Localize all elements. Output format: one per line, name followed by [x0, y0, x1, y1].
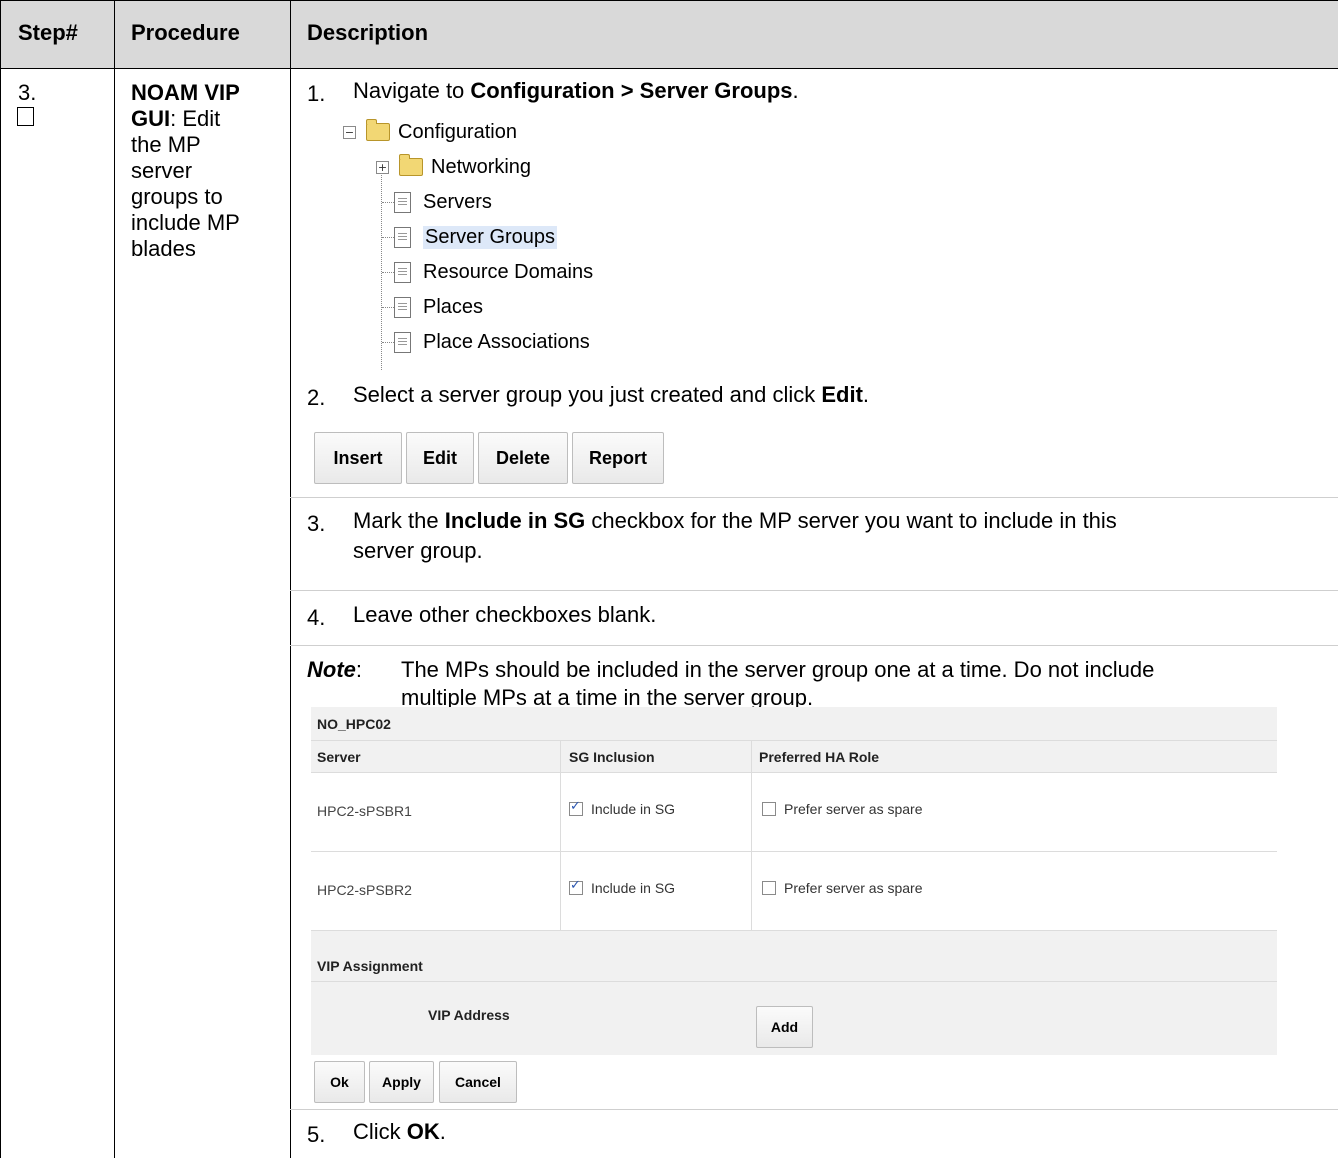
tree-item-places[interactable]: Places: [394, 293, 483, 321]
checkbox-icon[interactable]: [762, 802, 776, 816]
grid-line: [0, 68, 1338, 69]
grid-line: [114, 0, 115, 1158]
delete-button[interactable]: Delete: [478, 432, 568, 484]
server-name: HPC2-sPSBR2: [317, 882, 412, 898]
procedure-line: server: [131, 158, 193, 183]
page-icon: [394, 261, 411, 283]
include-in-sg[interactable]: Include in SG: [569, 878, 675, 896]
tree-item-servers[interactable]: Servers: [394, 188, 492, 216]
collapse-icon[interactable]: −: [343, 125, 356, 139]
procedure-line: groups to: [131, 184, 223, 209]
include-in-sg[interactable]: Include in SG: [569, 799, 675, 817]
ok-button[interactable]: Ok: [314, 1061, 365, 1103]
tree-networking[interactable]: + Networking: [376, 153, 531, 181]
prefer-spare[interactable]: Prefer server as spare: [762, 801, 923, 817]
step-2-number: 2.: [307, 385, 326, 410]
add-vip-button[interactable]: Add: [756, 1006, 813, 1048]
procedure-line: NOAM VIP: [131, 80, 240, 105]
tree-item-server-groups[interactable]: Server Groups: [394, 223, 558, 251]
table-row: HPC2-sPSBR1 Include in SG Prefer server …: [311, 773, 1277, 852]
edit-button[interactable]: Edit: [406, 432, 474, 484]
divider: [290, 645, 1338, 646]
note-label: Note:: [307, 657, 363, 682]
procedure-line: the MP: [131, 132, 201, 157]
folder-open-icon: [366, 119, 390, 141]
server-name: HPC2-sPSBR1: [317, 803, 412, 819]
step-4-text: Leave other checkboxes blank.: [353, 602, 657, 627]
page-icon: [394, 296, 411, 318]
header-procedure: Procedure: [131, 20, 240, 45]
header-step: Step#: [18, 20, 78, 45]
step-5-number: 5.: [307, 1122, 326, 1147]
grid-line: [290, 0, 291, 1158]
vip-address-label: VIP Address: [428, 1007, 510, 1023]
group-name: NO_HPC02: [317, 716, 391, 732]
apply-button[interactable]: Apply: [369, 1061, 434, 1103]
page-icon: [394, 191, 411, 213]
config-tree: − Configuration + Networking Servers Ser…: [338, 116, 678, 376]
step-3-number: 3.: [307, 511, 326, 536]
tree-item-place-associations[interactable]: Place Associations: [394, 328, 590, 356]
procedure-line: include MP: [131, 210, 240, 235]
step-number: 3.: [18, 80, 37, 105]
col-server: Server: [317, 749, 361, 765]
note-text: The MPs should be included in the server…: [401, 657, 1155, 710]
step-2-text: Select a server group you just created a…: [353, 382, 870, 407]
tree-item-resource-domains[interactable]: Resource Domains: [394, 258, 593, 286]
step-3-text: Mark the Include in SG checkbox for the …: [353, 508, 1117, 563]
table-row: HPC2-sPSBR2 Include in SG Prefer server …: [311, 852, 1277, 930]
step-4-number: 4.: [307, 605, 326, 630]
checkbox-checked-icon[interactable]: [569, 799, 583, 816]
procedure-text: NOAM VIP GUI: Edit the MP server groups …: [131, 80, 240, 261]
divider: [290, 497, 1338, 498]
step-checkbox[interactable]: [17, 107, 34, 126]
tree-root[interactable]: − Configuration: [343, 118, 517, 146]
step-1-text: Navigate to Configuration > Server Group…: [353, 78, 799, 103]
divider: [290, 590, 1338, 591]
folder-icon: [399, 154, 423, 176]
grid-line: [0, 0, 1338, 1]
expand-icon[interactable]: +: [376, 160, 389, 174]
procedure-line: blades: [131, 236, 196, 261]
insert-button[interactable]: Insert: [314, 432, 402, 484]
checkbox-icon[interactable]: [762, 881, 776, 895]
col-sg-inclusion: SG Inclusion: [569, 749, 655, 765]
step-1-number: 1.: [307, 81, 326, 106]
header-description: Description: [307, 20, 429, 45]
grid-line: [0, 0, 1, 1158]
page-icon: [394, 226, 411, 248]
divider: [290, 1109, 1338, 1110]
vip-assignment-title: VIP Assignment: [317, 958, 423, 974]
report-button[interactable]: Report: [572, 432, 664, 484]
cancel-button[interactable]: Cancel: [439, 1061, 517, 1103]
step-5-text: Click OK.: [353, 1119, 446, 1144]
toolbar: Insert Edit Delete Report: [314, 432, 664, 484]
prefer-spare[interactable]: Prefer server as spare: [762, 880, 923, 896]
server-group-form: NO_HPC02 Server SG Inclusion Preferred H…: [311, 707, 1277, 1055]
page-icon: [394, 331, 411, 353]
col-preferred-ha: Preferred HA Role: [759, 749, 880, 765]
checkbox-checked-icon[interactable]: [569, 878, 583, 895]
